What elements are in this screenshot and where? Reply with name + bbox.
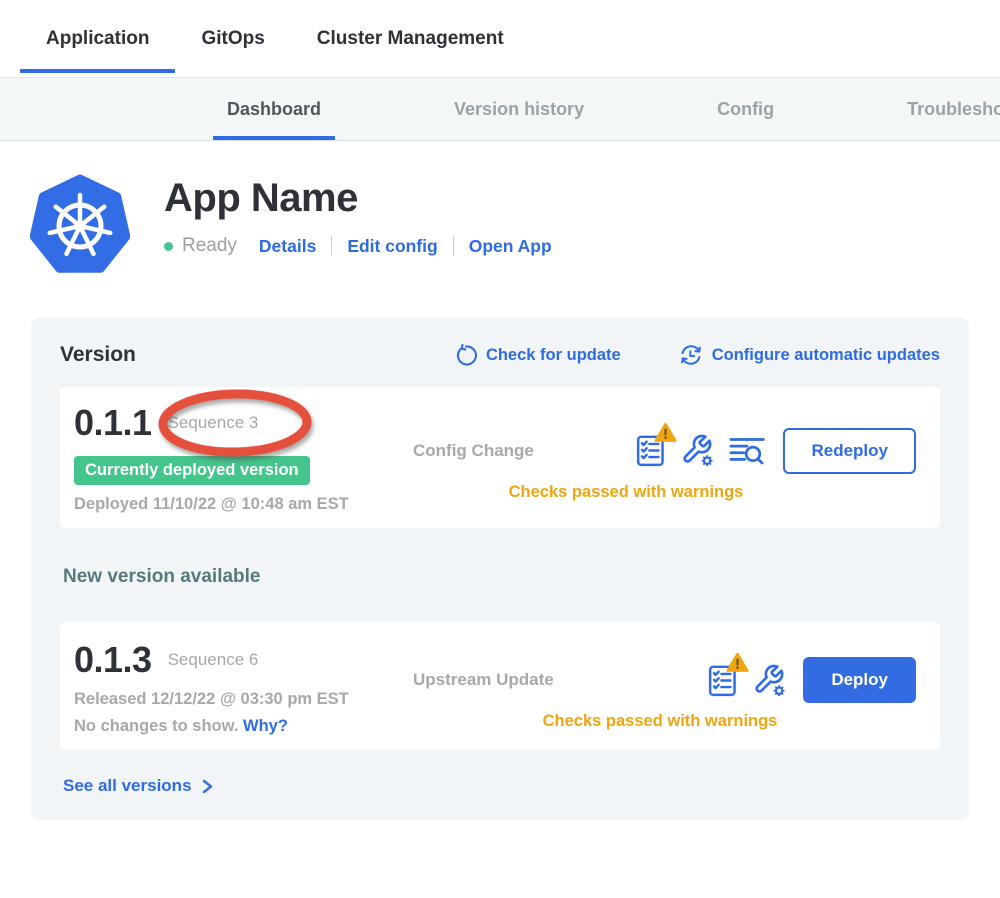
version-source-label: Upstream Update (413, 670, 554, 690)
available-version-card: 0.1.3 Sequence 6 Released 12/12/22 @ 03:… (60, 622, 940, 750)
redeploy-button[interactable]: Redeploy (783, 428, 916, 474)
version-source-label: Config Change (413, 441, 534, 461)
tab-dashboard[interactable]: Dashboard (213, 78, 335, 140)
refresh-icon (454, 344, 477, 367)
edit-config-wrench-icon[interactable] (752, 663, 787, 698)
diff-summary: No changes to show. Why? (74, 717, 410, 736)
available-version-number: 0.1.3 (74, 636, 152, 684)
warning-triangle-icon (726, 652, 749, 673)
auto-update-clock-icon (679, 343, 703, 367)
see-all-versions-link[interactable]: See all versions (63, 776, 940, 796)
check-for-update-label: Check for update (486, 346, 621, 365)
divider (331, 236, 332, 256)
open-app-link[interactable]: Open App (469, 236, 552, 257)
configure-automatic-updates-label: Configure automatic updates (712, 346, 940, 365)
app-header: App Name Ready Details Edit config Open … (30, 172, 1000, 276)
top-nav: Application GitOps Cluster Management (0, 0, 1000, 77)
current-version-card: 0.1.1 Sequence 3 Currently deployed vers… (60, 387, 940, 528)
current-version-sequence: Sequence 3 (168, 399, 259, 447)
sub-nav: Dashboard Version history Config Trouble… (0, 77, 1000, 141)
deployed-timestamp: Deployed 11/10/22 @ 10:48 am EST (74, 495, 410, 514)
version-panel: Version Check for update Configure autom… (31, 318, 969, 820)
kubernetes-logo-icon (30, 172, 130, 276)
details-link[interactable]: Details (259, 236, 316, 257)
preflight-status-text: Checks passed with warnings (410, 483, 916, 502)
version-panel-title: Version (60, 343, 136, 367)
why-link[interactable]: Why? (243, 717, 288, 735)
edit-config-wrench-icon[interactable] (680, 433, 715, 468)
check-for-update-button[interactable]: Check for update (454, 343, 621, 367)
tab-gitops[interactable]: GitOps (175, 0, 290, 77)
deploy-button[interactable]: Deploy (803, 657, 916, 703)
status-dot-icon (164, 242, 173, 251)
tab-application[interactable]: Application (20, 0, 175, 77)
page-title: App Name (164, 176, 552, 221)
available-version-sequence: Sequence 6 (168, 636, 259, 684)
current-version-number: 0.1.1 (74, 399, 152, 447)
preflight-checks-icon[interactable] (634, 432, 667, 469)
divider (453, 236, 454, 256)
status-text: Ready (182, 235, 237, 257)
see-all-versions-label: See all versions (63, 776, 192, 796)
warning-triangle-icon (654, 422, 677, 443)
currently-deployed-badge: Currently deployed version (74, 456, 310, 485)
tab-version-history[interactable]: Version history (440, 78, 598, 140)
chevron-right-icon (199, 778, 215, 795)
preflight-checks-icon[interactable] (706, 662, 739, 699)
edit-config-link[interactable]: Edit config (347, 236, 437, 257)
tab-cluster-management[interactable]: Cluster Management (291, 0, 530, 77)
tab-troubleshoot[interactable]: Troubleshoot (893, 78, 1000, 140)
no-changes-text: No changes to show. (74, 717, 238, 735)
new-version-heading: New version available (63, 566, 940, 588)
view-files-log-icon[interactable] (728, 435, 767, 467)
preflight-status-text: Checks passed with warnings (410, 712, 916, 731)
released-timestamp: Released 12/12/22 @ 03:30 pm EST (74, 690, 410, 709)
configure-automatic-updates-button[interactable]: Configure automatic updates (679, 343, 940, 367)
tab-config[interactable]: Config (703, 78, 788, 140)
